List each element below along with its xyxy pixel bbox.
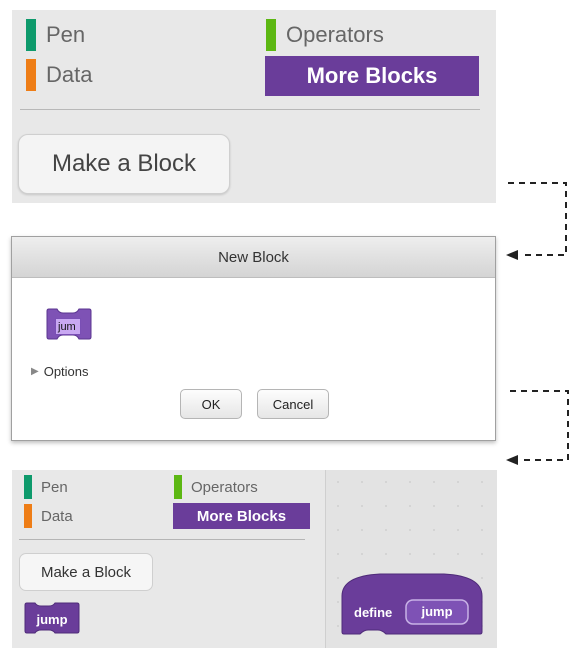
dialog-title: New Block <box>218 248 289 266</box>
options-toggle[interactable]: ▶ Options <box>31 364 89 379</box>
category-pen-label: Pen <box>41 478 68 496</box>
palette-divider <box>20 109 480 110</box>
define-param-label: jump <box>420 604 452 619</box>
category-data[interactable]: Data <box>26 59 92 91</box>
options-label: Options <box>43 364 89 379</box>
category-operators[interactable]: Operators <box>266 19 384 51</box>
make-a-block-button[interactable]: Make a Block <box>19 553 153 591</box>
category-pen[interactable]: Pen <box>26 19 85 51</box>
category-data[interactable]: Data <box>24 504 73 528</box>
category-more-blocks-label: More Blocks <box>196 507 287 525</box>
data-color-swatch <box>26 59 36 91</box>
jump-block[interactable]: jump <box>24 601 80 637</box>
block-name-input[interactable]: jum <box>55 318 81 335</box>
dialog-title-bar[interactable]: New Block <box>12 237 495 278</box>
jump-block-label: jump <box>35 612 67 627</box>
pen-color-swatch <box>24 475 32 499</box>
category-operators-label: Operators <box>286 22 384 47</box>
category-pen-label: Pen <box>46 22 86 47</box>
category-operators-label: Operators <box>191 478 258 496</box>
block-palette-with-script-area: Pen Data Operators More Blocks Make a Bl… <box>12 470 497 648</box>
arrow-dialog-to-panel3 <box>506 390 569 465</box>
disclosure-triangle-icon: ▶ <box>31 366 39 377</box>
category-operators[interactable]: Operators <box>174 475 258 499</box>
define-label: define <box>354 605 392 620</box>
category-data-label: Data <box>46 62 93 87</box>
category-more-blocks[interactable]: More Blocks <box>173 503 310 529</box>
new-block-dialog: New Block jum ▶ Options OK Cancel <box>11 236 496 441</box>
operators-color-swatch <box>266 19 276 51</box>
category-data-label: Data <box>41 507 73 525</box>
data-color-swatch <box>24 504 32 528</box>
operators-color-swatch <box>174 475 182 499</box>
category-more-blocks[interactable]: More Blocks <box>265 56 479 96</box>
cancel-button[interactable]: Cancel <box>257 389 329 419</box>
arrow-panel1-to-dialog <box>506 182 567 260</box>
block-palette-large: Pen Data Operators More Blocks Make a Bl… <box>12 10 496 203</box>
flow-arrows <box>506 182 569 465</box>
make-a-block-button[interactable]: Make a Block <box>18 134 230 194</box>
palette-divider <box>19 539 305 540</box>
block-palette-small: Pen Data Operators More Blocks Make a Bl… <box>12 470 325 648</box>
category-pen[interactable]: Pen <box>24 475 68 499</box>
category-more-blocks-label: More Blocks <box>306 63 438 88</box>
pen-color-swatch <box>26 19 36 51</box>
define-hat-block[interactable]: define jump <box>340 570 484 642</box>
ok-button[interactable]: OK <box>180 389 242 419</box>
